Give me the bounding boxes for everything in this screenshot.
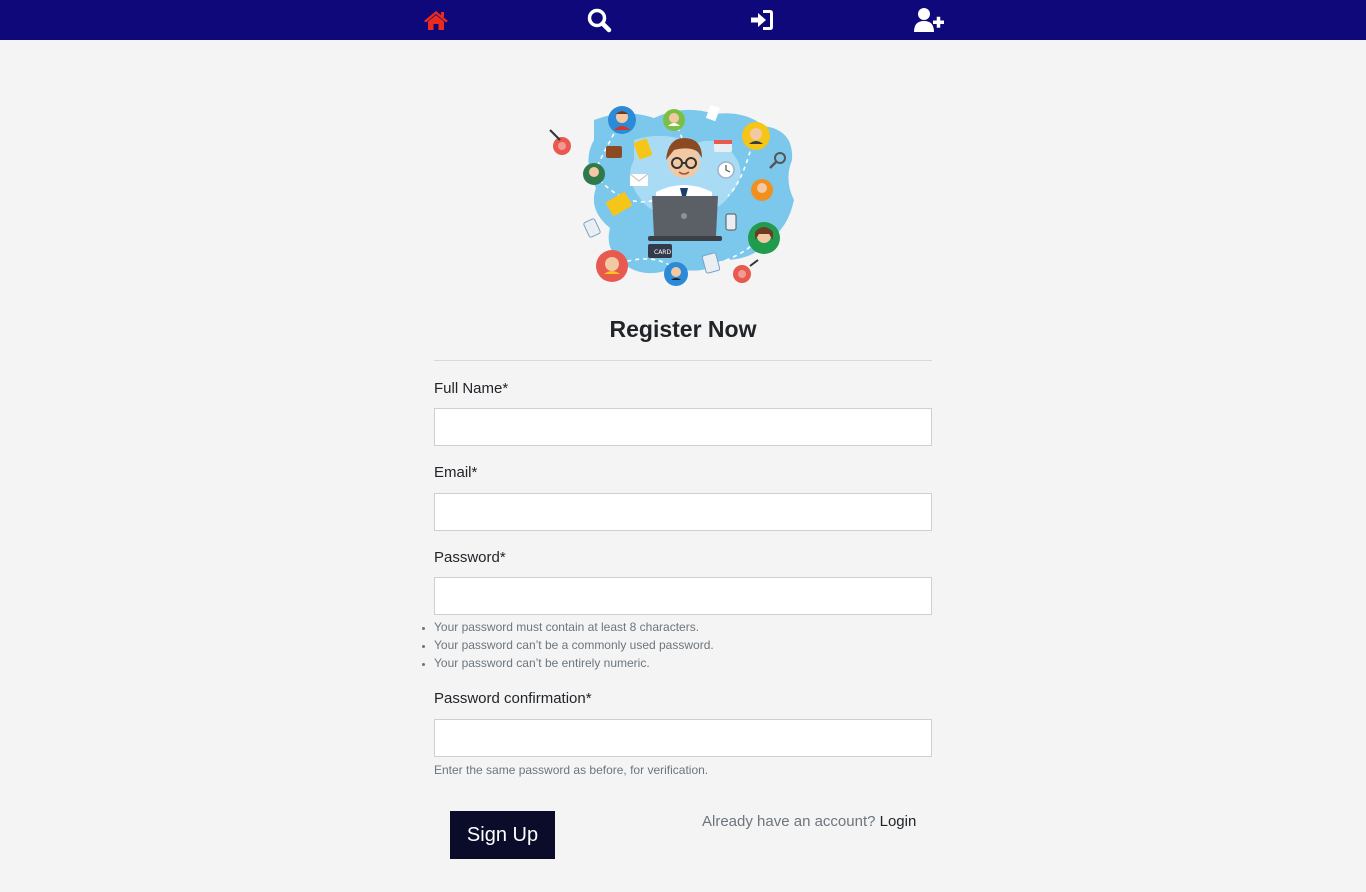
- login-link[interactable]: Login: [880, 813, 917, 830]
- title-divider: [434, 360, 932, 361]
- sign-in-icon[interactable]: [748, 6, 776, 34]
- password-help-item: Your password can’t be a commonly used p…: [434, 638, 714, 656]
- hero-illustration: CARD: [544, 100, 800, 292]
- full-name-label: Full Name*: [434, 380, 509, 397]
- password-help-item: Your password must contain at least 8 ch…: [434, 620, 714, 638]
- card-text: CARD: [654, 249, 671, 256]
- login-prompt: Already have an account? Login: [702, 813, 916, 830]
- sign-up-button[interactable]: Sign Up: [450, 811, 555, 859]
- password-label: Password*: [434, 549, 506, 566]
- email-input[interactable]: [434, 493, 932, 531]
- password-confirmation-input[interactable]: [434, 719, 932, 757]
- login-prompt-text: Already have an account?: [702, 813, 876, 830]
- password-confirmation-help: Enter the same password as before, for v…: [434, 763, 709, 777]
- page-title: Register Now: [609, 316, 757, 342]
- password-input[interactable]: [434, 577, 932, 615]
- full-name-input[interactable]: [434, 408, 932, 446]
- password-help-list: Your password must contain at least 8 ch…: [434, 620, 714, 674]
- user-plus-icon[interactable]: [912, 6, 946, 34]
- search-icon[interactable]: [585, 6, 613, 34]
- home-icon[interactable]: [422, 6, 450, 34]
- top-navbar: [0, 0, 1366, 40]
- password-help-item: Your password can’t be entirely numeric.: [434, 656, 714, 674]
- password-confirmation-label: Password confirmation*: [434, 690, 592, 707]
- email-label: Email*: [434, 464, 478, 481]
